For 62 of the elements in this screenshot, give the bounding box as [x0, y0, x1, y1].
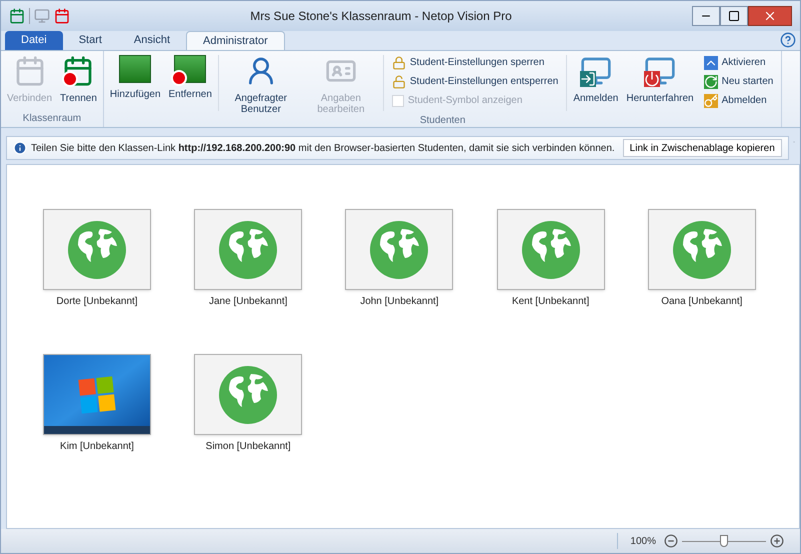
student-thumbnail[interactable]: [648, 209, 756, 290]
zoom-in-icon[interactable]: [770, 534, 784, 548]
close-button[interactable]: [748, 6, 792, 26]
ribbon-tab[interactable]: Start: [62, 31, 118, 50]
ribbon-small-button[interactable]: Student-Einstellungen entsperren: [392, 74, 558, 89]
ribbon-tab[interactable]: Administrator: [186, 31, 285, 50]
group-label: Klassenraum: [22, 113, 82, 126]
student-name: Kent [Unbekannt]: [512, 295, 590, 309]
ribbon-button[interactable]: Hinzufügen: [108, 51, 163, 115]
student-name: Simon [Unbekannt]: [206, 440, 291, 454]
restart-icon: [704, 74, 718, 88]
close-icon: [763, 9, 777, 23]
screen-stop-icon: [174, 55, 206, 83]
student-thumbnail[interactable]: [43, 209, 151, 290]
maximize-button[interactable]: [720, 6, 748, 26]
copy-link-button[interactable]: Link in Zwischenablage kopieren: [622, 139, 782, 157]
student-thumbnail[interactable]: [194, 209, 302, 290]
ribbon-button[interactable]: Trennen: [58, 51, 99, 113]
ribbon-small-button[interactable]: Neu starten: [704, 74, 774, 89]
app-icon: [9, 8, 25, 24]
ribbon-button[interactable]: Herunterfahren: [624, 51, 696, 115]
zoom-level: 100%: [630, 534, 656, 548]
student-name: Kim [Unbekannt]: [60, 440, 134, 454]
window-title: Mrs Sue Stone's Klassenraum - Netop Vision Pro: [249, 8, 513, 25]
globe-icon: [522, 220, 580, 278]
globe-icon: [672, 220, 731, 278]
student-name: Oana [Unbekannt]: [661, 295, 742, 309]
ribbon-small-button[interactable]: Abmelden: [704, 93, 774, 108]
student-thumbnail[interactable]: [496, 209, 605, 290]
globe-icon: [219, 220, 278, 278]
zoom-slider[interactable]: [682, 535, 766, 547]
eject-icon: [704, 56, 718, 70]
monitor-login-icon: [580, 55, 612, 87]
ribbon-button[interactable]: Entfernen: [166, 51, 214, 115]
ribbon-button[interactable]: Angefragter Benutzer: [222, 51, 299, 115]
globe-icon: [370, 220, 428, 278]
maximize-icon: [728, 10, 740, 22]
student-thumbnail[interactable]: [345, 209, 454, 290]
zoom-out-icon[interactable]: [664, 534, 678, 548]
ribbon-button[interactable]: Anmelden: [571, 51, 620, 115]
file-tab[interactable]: Datei: [5, 31, 63, 50]
monitor-icon: [34, 8, 50, 24]
slider-thumb[interactable]: [720, 535, 728, 547]
student-name: Jane [Unbekannt]: [208, 295, 288, 309]
info-message: Teilen Sie bitte den Klassen-Link http://192.168.200.200:90 mit den Browser-basierten Studenten, damit sie sich verbinden können.: [31, 142, 615, 156]
unlock-icon: [392, 74, 406, 88]
student-name: Dorte [Unbekannt]: [56, 295, 138, 309]
grid-icon: [14, 55, 46, 87]
lock-icon: [392, 56, 406, 70]
globe-icon: [68, 220, 126, 278]
help-icon[interactable]: [780, 32, 796, 48]
ribbon-small-button[interactable]: Student-Einstellungen sperren: [392, 55, 558, 70]
student-name: John [Unbekannt]: [360, 295, 439, 309]
screen-icon: [119, 55, 152, 83]
info-icon: [13, 141, 27, 155]
monitor-power-icon: [644, 55, 676, 87]
student-thumbnail[interactable]: [194, 354, 302, 435]
ribbon-small-button[interactable]: Aktivieren: [704, 55, 774, 70]
ribbon-tab[interactable]: Ansicht: [118, 31, 186, 50]
globe-icon: [219, 366, 278, 424]
key-icon: [704, 94, 718, 108]
group-label: Studenten: [418, 115, 466, 127]
